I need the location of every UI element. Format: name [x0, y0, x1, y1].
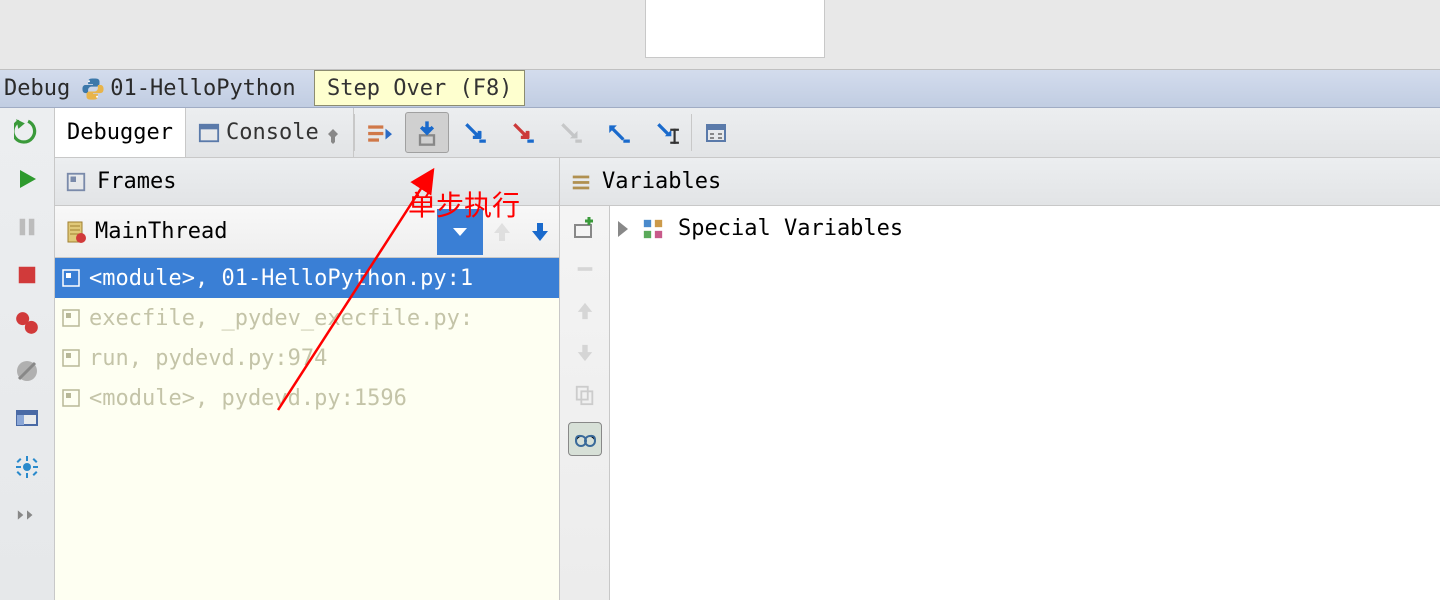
debug-title-bar: Debug 01-HelloPython Step Over (F8) [0, 70, 1440, 108]
frame-up-button[interactable] [483, 209, 521, 255]
debugger-tab-bar: Debugger Console [55, 108, 1440, 158]
layout-settings-button[interactable] [12, 404, 42, 434]
thread-selector[interactable]: MainThread [63, 219, 437, 244]
frame-label: run, pydevd.py:974 [89, 346, 327, 371]
variables-toolbar [560, 206, 610, 600]
debugger-main: Debugger Console [0, 108, 1440, 600]
frame-label: <module>, pydevd.py:1596 [89, 386, 407, 411]
frame-item[interactable]: <module>, 01-HelloPython.py:1 [55, 258, 559, 298]
force-step-into-button[interactable] [547, 108, 595, 157]
editor-tab-placeholder [645, 0, 825, 58]
debug-label: Debug [4, 76, 70, 101]
tab-console-label: Console [226, 120, 319, 145]
frame-icon [61, 388, 81, 408]
rerun-button[interactable] [12, 116, 42, 146]
remove-watch-button[interactable] [570, 254, 600, 284]
run-to-cursor-button[interactable] [643, 108, 691, 157]
more-button[interactable] [12, 500, 42, 530]
pause-button[interactable] [12, 212, 42, 242]
thread-name: MainThread [95, 219, 227, 244]
tab-debugger-label: Debugger [67, 120, 173, 145]
expand-icon[interactable] [618, 221, 628, 237]
thread-dropdown-button[interactable] [437, 209, 483, 255]
variable-row-special[interactable]: Special Variables [618, 216, 1432, 241]
frame-label: execfile, _pydev_execfile.py: [89, 306, 473, 331]
mute-breakpoints-button[interactable] [12, 356, 42, 386]
tooltip-text: Step Over (F8) [327, 76, 512, 101]
frame-icon [61, 308, 81, 328]
show-watches-button[interactable] [568, 422, 602, 456]
step-into-mycode-button[interactable] [499, 108, 547, 157]
tab-console[interactable]: Console [186, 108, 354, 157]
session-toolbar [0, 108, 55, 600]
special-variables-icon [642, 218, 664, 240]
console-icon [198, 122, 220, 144]
frame-item[interactable]: run, pydevd.py:974 [55, 338, 559, 378]
pin-icon [325, 125, 341, 141]
frame-down-button[interactable] [521, 209, 559, 255]
step-over-tooltip: Step Over (F8) [314, 70, 525, 106]
view-breakpoints-button[interactable] [12, 308, 42, 338]
python-icon [80, 76, 106, 102]
frame-item[interactable]: execfile, _pydev_execfile.py: [55, 298, 559, 338]
step-out-button[interactable] [595, 108, 643, 157]
frame-label: <module>, 01-HelloPython.py:1 [89, 266, 473, 291]
step-into-button[interactable] [451, 108, 499, 157]
show-execution-point-button[interactable] [355, 108, 403, 157]
resume-button[interactable] [12, 164, 42, 194]
debugger-right-panel: Debugger Console [55, 108, 1440, 600]
thread-selector-row: MainThread [55, 206, 559, 258]
panels-body: MainThread <module>, 01-HelloP [55, 206, 1440, 600]
frame-icon [61, 268, 81, 288]
editor-area-placeholder [0, 0, 1440, 70]
frames-panel-header: Frames [55, 158, 560, 205]
variables-panel-header: Variables [560, 158, 1440, 205]
variables-label: Variables [602, 169, 721, 194]
stop-button[interactable] [12, 260, 42, 290]
frame-icon [61, 348, 81, 368]
copy-watch-button[interactable] [570, 380, 600, 410]
step-over-button[interactable] [405, 112, 449, 153]
frame-item[interactable]: <module>, pydevd.py:1596 [55, 378, 559, 418]
add-watch-button[interactable] [570, 212, 600, 242]
run-config-name: 01-HelloPython [110, 76, 295, 101]
panels-header-row: Frames Variables [55, 158, 1440, 206]
evaluate-expression-button[interactable] [692, 108, 740, 157]
special-variables-label: Special Variables [678, 216, 903, 241]
frames-label: Frames [97, 169, 176, 194]
frames-icon [65, 171, 87, 193]
variables-panel: Special Variables [610, 206, 1440, 600]
frames-panel: MainThread <module>, 01-HelloP [55, 206, 560, 600]
tab-debugger[interactable]: Debugger [55, 108, 186, 157]
frames-list: <module>, 01-HelloPython.py:1 execfile, … [55, 258, 559, 600]
settings-button[interactable] [12, 452, 42, 482]
watch-up-button[interactable] [570, 296, 600, 326]
variables-icon [570, 171, 592, 193]
thread-icon [63, 220, 87, 244]
watch-down-button[interactable] [570, 338, 600, 368]
